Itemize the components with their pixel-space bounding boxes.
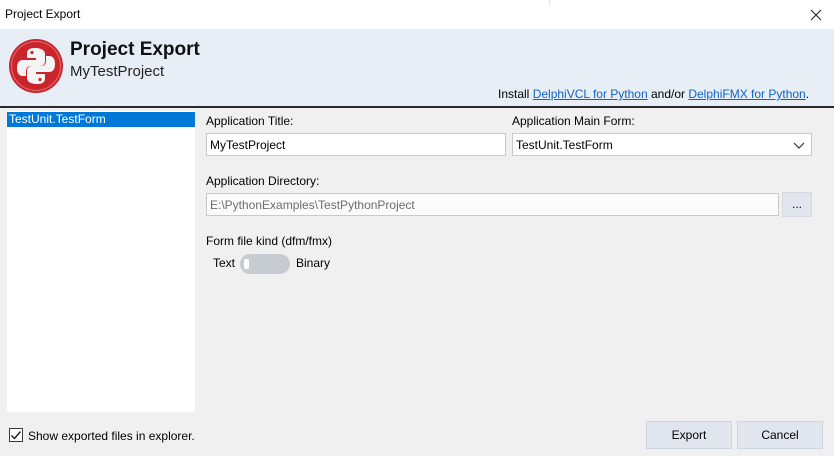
- app-title-label: Application Title:: [206, 114, 294, 128]
- toggle-text-label: Text: [213, 256, 236, 270]
- close-icon: [810, 9, 822, 20]
- main-form-value: TestUnit.TestForm: [516, 137, 613, 152]
- close-button[interactable]: [798, 0, 834, 29]
- header-divider: [0, 106, 834, 108]
- main-form-label: Application Main Form:: [512, 114, 635, 128]
- form-list[interactable]: TestUnit.TestForm: [7, 111, 195, 412]
- toggle-knob: [244, 259, 249, 269]
- header-subtitle: MyTestProject: [70, 63, 165, 80]
- delphivcl-link[interactable]: DelphiVCL for Python: [533, 87, 648, 101]
- browse-button[interactable]: ...: [782, 192, 812, 217]
- main-form-select[interactable]: TestUnit.TestForm: [512, 133, 812, 156]
- delphifmx-link[interactable]: DelphiFMX for Python: [688, 87, 805, 101]
- show-files-checkbox[interactable]: [9, 428, 23, 442]
- checkmark-icon: [11, 431, 22, 440]
- list-item[interactable]: TestUnit.TestForm: [7, 112, 195, 127]
- export-button[interactable]: Export: [646, 421, 732, 449]
- window-title: Project Export: [5, 7, 81, 21]
- install-hint: Install DelphiVCL for Python and/or Delp…: [498, 87, 809, 101]
- python-logo-icon: [9, 39, 63, 93]
- form-kind-label: Form file kind (dfm/fmx): [206, 234, 333, 248]
- title-bar-separator: [549, 0, 550, 6]
- install-prefix: Install: [498, 87, 533, 101]
- app-dir-input[interactable]: [206, 193, 779, 216]
- header-title: Project Export: [70, 39, 200, 60]
- app-title-input[interactable]: [206, 133, 506, 156]
- install-suffix: .: [805, 87, 810, 101]
- app-dir-label: Application Directory:: [206, 174, 320, 188]
- form-kind-toggle[interactable]: [240, 254, 290, 274]
- cancel-button[interactable]: Cancel: [737, 421, 823, 449]
- chevron-down-icon: [793, 142, 805, 149]
- toggle-binary-label: Binary: [296, 256, 331, 270]
- install-mid: and/or: [647, 87, 689, 101]
- show-files-label[interactable]: Show exported files in explorer.: [28, 429, 195, 443]
- title-bar: [0, 0, 834, 29]
